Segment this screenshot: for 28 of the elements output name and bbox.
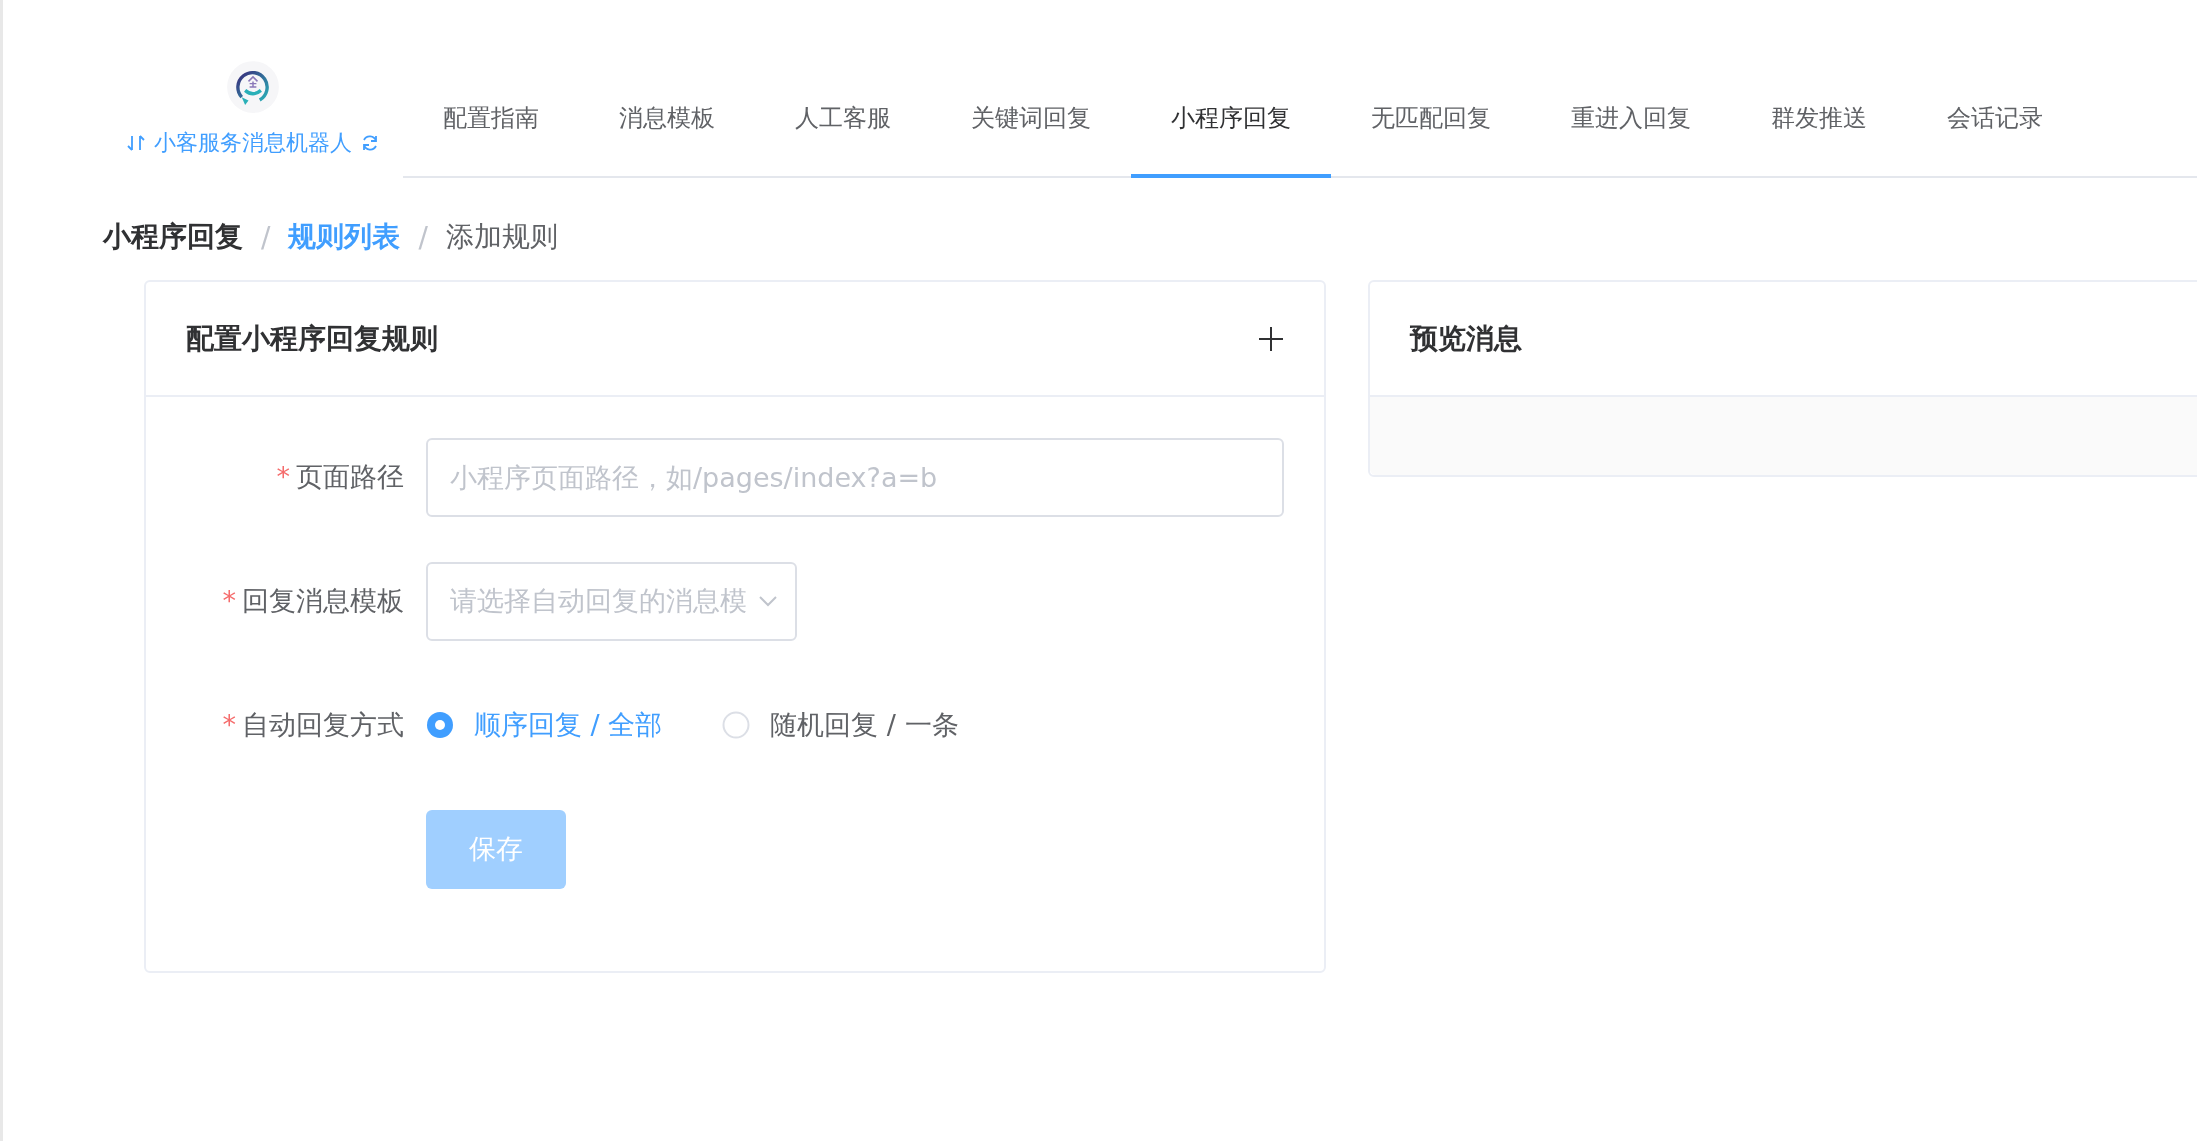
breadcrumb-separator: / <box>261 220 271 254</box>
nav-tab[interactable]: 人工客服 <box>755 102 931 178</box>
breadcrumb-separator: / <box>418 220 428 254</box>
field-label: 自动回复方式 <box>242 709 404 740</box>
breadcrumb-item: 添加规则 <box>445 219 558 255</box>
required-mark: * <box>222 709 236 740</box>
nav-tab[interactable]: 重进入回复 <box>1531 102 1731 178</box>
card-title: 配置小程序回复规则 <box>186 320 438 357</box>
required-mark: * <box>222 585 236 616</box>
nav-tab[interactable]: 会话记录 <box>1907 102 2083 178</box>
required-mark: * <box>276 461 290 492</box>
swap-icon[interactable] <box>126 133 146 153</box>
refresh-icon[interactable] <box>360 133 380 153</box>
nav-tab[interactable]: 消息模板 <box>579 102 755 178</box>
nav-tab[interactable]: 关键词回复 <box>931 102 1131 178</box>
plus-icon[interactable] <box>1258 325 1284 352</box>
nav-tab[interactable]: 无匹配回复 <box>1331 102 1531 178</box>
nav-tab[interactable]: 配置指南 <box>403 102 579 178</box>
card-title: 预览消息 <box>1410 320 1522 357</box>
radio-option[interactable]: 随机回复 / 一条 <box>722 707 959 743</box>
bot-name: 小客服务消息机器人 <box>154 129 352 157</box>
logo-icon <box>226 60 280 114</box>
page-path-field[interactable]: 小程序页面路径，如/pages/index?a=b <box>426 437 1284 517</box>
field-label: 回复消息模板 <box>242 585 404 616</box>
field-label: 页面路径 <box>296 461 404 492</box>
breadcrumb-item: 小程序回复 <box>103 219 243 255</box>
nav-tab[interactable]: 群发推送 <box>1731 102 1907 178</box>
nav-tab[interactable]: 小程序回复 <box>1131 102 1331 178</box>
